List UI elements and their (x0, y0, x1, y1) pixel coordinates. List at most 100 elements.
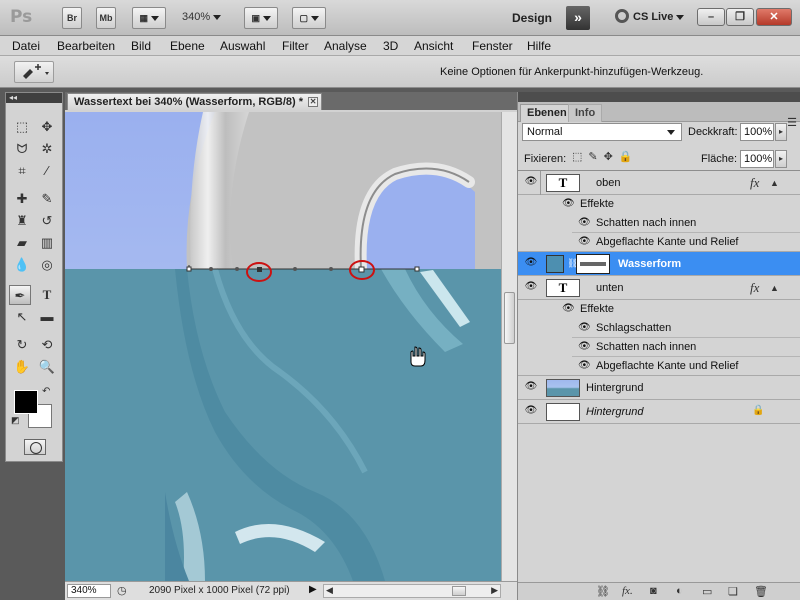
fill-slider-arrow-icon[interactable]: ▸ (775, 150, 787, 168)
panel-menu-icon[interactable]: ☰ (787, 116, 797, 129)
menu-auswahl[interactable]: Auswahl (220, 39, 265, 53)
effect-drop-shadow-unten[interactable]: 👁 Schlagschatten (572, 319, 800, 338)
add-style-fx-icon[interactable]: fx. (622, 585, 633, 597)
visibility-eye-icon[interactable]: 👁 (524, 176, 538, 187)
eyedropper-tool-icon[interactable]: ⁄ (36, 161, 58, 181)
3d-orbit-tool-icon[interactable]: ⟲ (36, 335, 58, 355)
canvas[interactable] (65, 112, 501, 581)
effect-inner-shadow-oben[interactable]: 👁 Schatten nach innen (572, 214, 800, 233)
zoom-level-dropdown[interactable]: 340% (182, 11, 222, 23)
magic-wand-tool-icon[interactable]: ✲ (36, 139, 58, 159)
marquee-tool-icon[interactable]: ⬚ (11, 117, 33, 137)
tab-ebenen[interactable]: Ebenen (520, 104, 574, 122)
shape-tool-icon[interactable]: ▬ (36, 307, 58, 327)
type-tool-icon[interactable]: T (36, 285, 58, 305)
minimize-button[interactable]: – (697, 8, 725, 26)
new-layer-icon[interactable]: ❏ (728, 585, 738, 598)
view-extras-button[interactable]: ▦ (132, 7, 166, 29)
blur-tool-icon[interactable]: 💧 (11, 255, 33, 275)
menu-analyse[interactable]: Analyse (324, 39, 367, 53)
menu-filter[interactable]: Filter (282, 39, 309, 53)
lock-transparency-icon[interactable]: ⬚ (572, 151, 588, 163)
effect-inner-shadow-unten[interactable]: 👁 Schatten nach innen (572, 338, 800, 357)
clone-stamp-tool-icon[interactable]: ♜ (11, 211, 33, 231)
close-tab-icon[interactable]: ✕ (308, 97, 319, 107)
arrange-documents-button[interactable]: ▣ (244, 7, 278, 29)
foreground-color-swatch[interactable] (14, 390, 38, 414)
launch-minibridge-button[interactable]: Mb (96, 7, 116, 29)
layer-hintergrund-blue[interactable]: 👁 Hintergrund (518, 376, 800, 400)
visibility-eye-icon[interactable]: 👁 (524, 405, 538, 416)
tools-collapse-icon[interactable]: ◂◂ (6, 93, 62, 103)
blend-mode-select[interactable]: Normal (522, 123, 682, 141)
vertical-scrollbar[interactable] (501, 112, 517, 581)
opacity-slider-arrow-icon[interactable]: ▸ (775, 123, 787, 141)
expand-effects-icon[interactable]: ▲ (770, 178, 779, 188)
hand-tool-icon[interactable]: ✋ (11, 357, 33, 377)
zoom-tool-icon[interactable]: 🔍 (36, 357, 58, 377)
adjustment-layer-icon[interactable]: ◐ (676, 585, 683, 597)
menu-datei[interactable]: Datei (12, 39, 40, 53)
horizontal-scrollbar[interactable]: ◀ ▶ (323, 584, 501, 598)
pen-tool-icon[interactable]: ✒ (9, 285, 31, 305)
menu-bearbeiten[interactable]: Bearbeiten (57, 39, 115, 53)
layer-oben[interactable]: 👁 T oben fx ▲ (518, 171, 800, 195)
effect-eye-icon[interactable]: 👁 (562, 198, 575, 209)
tab-info[interactable]: Info (568, 104, 603, 122)
effects-group-unten[interactable]: 👁 Effekte (518, 300, 800, 319)
lock-position-icon[interactable]: ✥ (604, 151, 619, 163)
effect-eye-icon[interactable]: 👁 (578, 236, 591, 247)
effect-eye-icon[interactable]: 👁 (578, 341, 591, 352)
new-group-icon[interactable]: ▭ (702, 585, 712, 598)
scroll-right-icon[interactable]: ▶ (491, 585, 498, 596)
quick-mask-icon[interactable] (24, 439, 46, 455)
effect-eye-icon[interactable]: 👁 (578, 322, 591, 333)
opacity-field[interactable]: 100% (740, 123, 774, 141)
eraser-tool-icon[interactable]: ▰ (11, 233, 33, 253)
tool-preset-picker[interactable] (14, 61, 54, 83)
move-tool-icon[interactable]: ✥ (36, 117, 58, 137)
visibility-eye-icon[interactable]: 👁 (524, 381, 538, 392)
add-mask-icon[interactable]: ◙ (650, 585, 657, 597)
effect-eye-icon[interactable]: 👁 (578, 360, 591, 371)
lock-all-icon[interactable]: 🔒 (619, 151, 639, 163)
vertical-scroll-thumb[interactable] (504, 292, 515, 344)
healing-brush-tool-icon[interactable]: ✚ (11, 189, 33, 209)
menu-hilfe[interactable]: Hilfe (527, 39, 551, 53)
menu-3d[interactable]: 3D (383, 39, 398, 53)
cs-live-menu[interactable]: CS Live (633, 11, 685, 23)
path-selection-tool-icon[interactable]: ↖ (11, 307, 33, 327)
expand-effects-icon[interactable]: ▲ (770, 283, 779, 293)
dodge-tool-icon[interactable]: ◎ (36, 255, 58, 275)
3d-rotate-tool-icon[interactable]: ↻ (11, 335, 33, 355)
launch-bridge-button[interactable]: Br (62, 7, 82, 29)
default-colors-icon[interactable]: ◩ (11, 415, 20, 426)
status-zoom-field[interactable]: 340% (67, 584, 111, 598)
fill-field[interactable]: 100% (740, 150, 774, 168)
menu-bild[interactable]: Bild (131, 39, 151, 53)
menu-fenster[interactable]: Fenster (472, 39, 513, 53)
effect-bevel-unten[interactable]: 👁 Abgeflachte Kante und Relief (518, 357, 800, 376)
menu-ebene[interactable]: Ebene (170, 39, 205, 53)
layer-unten[interactable]: 👁 T unten fx ▲ (518, 276, 800, 300)
gradient-tool-icon[interactable]: ▥ (36, 233, 58, 253)
document-tab[interactable]: Wassertext bei 340% (Wasserform, RGB/8) … (67, 93, 323, 111)
delete-layer-icon[interactable]: 🗑 (754, 585, 768, 598)
history-brush-tool-icon[interactable]: ↺ (36, 211, 58, 231)
menu-ansicht[interactable]: Ansicht (414, 39, 453, 53)
effect-eye-icon[interactable]: 👁 (578, 217, 591, 228)
workspace-label[interactable]: Design (512, 11, 552, 25)
effect-eye-icon[interactable]: 👁 (562, 303, 575, 314)
layer-hintergrund-background[interactable]: 👁 Hintergrund 🔒 (518, 400, 800, 424)
scroll-left-icon[interactable]: ◀ (326, 585, 333, 596)
lasso-tool-icon[interactable]: ᗢ (11, 139, 33, 159)
visibility-eye-icon[interactable]: 👁 (524, 257, 538, 268)
visibility-eye-icon[interactable]: 👁 (524, 281, 538, 292)
swap-colors-icon[interactable]: ↶ (42, 386, 50, 397)
brush-tool-icon[interactable]: ✎ (36, 189, 58, 209)
lock-pixels-icon[interactable]: ✎ (588, 151, 603, 163)
close-button[interactable]: ✕ (756, 8, 792, 26)
crop-tool-icon[interactable]: ⌗ (11, 161, 33, 181)
screen-mode-button[interactable]: ▢ (292, 7, 326, 29)
layer-wasserform[interactable]: 👁 ⛓ Wasserform (518, 252, 800, 276)
